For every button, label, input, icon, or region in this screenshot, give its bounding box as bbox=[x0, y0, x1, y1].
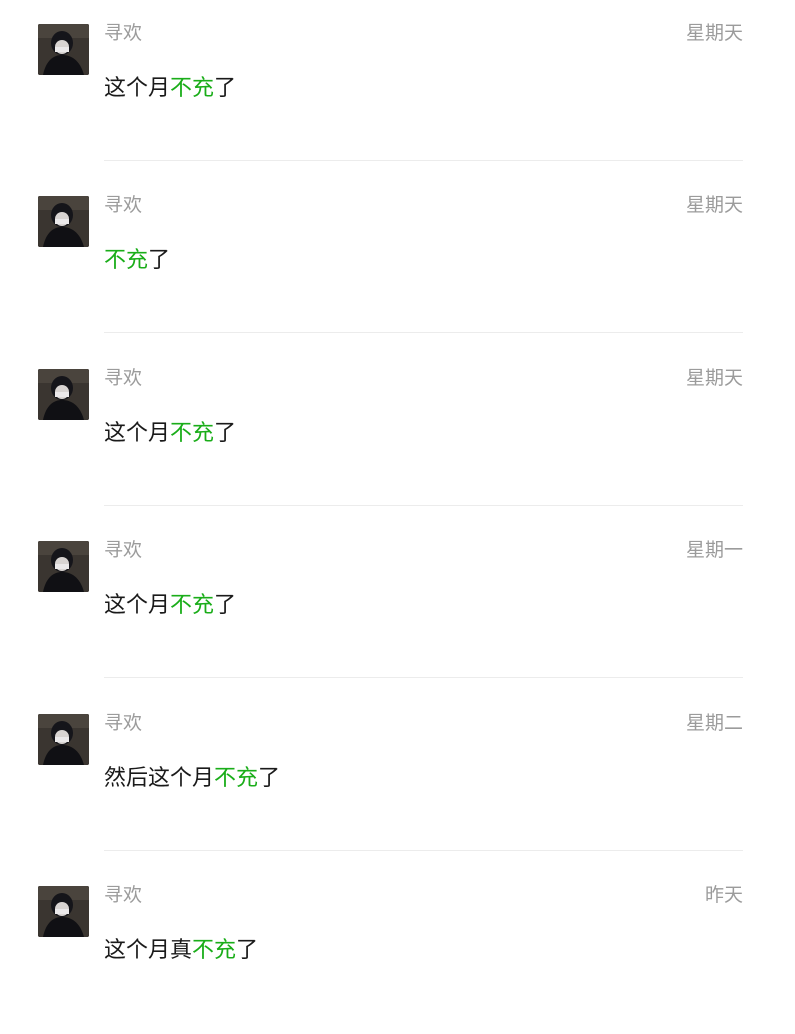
avatar-photo-icon bbox=[38, 541, 89, 592]
message-text: 这个月 bbox=[104, 76, 171, 101]
list-item[interactable]: 寻欢 星期一 这个月不充了 bbox=[0, 517, 795, 689]
avatar[interactable] bbox=[38, 24, 89, 75]
message-time: 星期天 bbox=[685, 194, 743, 216]
list-item[interactable]: 寻欢 星期天 这个月不充了 bbox=[0, 0, 795, 172]
message-text: 这个月真 bbox=[104, 938, 193, 963]
message-text: 了 bbox=[214, 421, 237, 446]
message-preview: 这个月不充了 bbox=[104, 419, 236, 449]
message-highlight: 不充 bbox=[192, 938, 237, 963]
avatar[interactable] bbox=[38, 196, 89, 247]
divider bbox=[104, 505, 743, 506]
avatar-photo-icon bbox=[38, 24, 89, 75]
message-time: 星期一 bbox=[685, 539, 743, 561]
message-highlight: 不充 bbox=[170, 76, 215, 101]
avatar[interactable] bbox=[38, 714, 89, 765]
message-preview: 这个月不充了 bbox=[104, 591, 236, 621]
divider bbox=[104, 160, 743, 161]
sender-name: 寻欢 bbox=[104, 884, 143, 906]
list-item[interactable]: 寻欢 昨天 这个月真不充了 bbox=[0, 862, 795, 1034]
message-highlight: 不充 bbox=[104, 248, 149, 273]
message-text: 了 bbox=[148, 248, 171, 273]
avatar[interactable] bbox=[38, 541, 89, 592]
list-item[interactable]: 寻欢 星期天 这个月不充了 bbox=[0, 345, 795, 517]
message-text: 了 bbox=[214, 76, 237, 101]
list-item[interactable]: 寻欢 星期天 不充了 bbox=[0, 172, 795, 344]
avatar-photo-icon bbox=[38, 714, 89, 765]
sender-name: 寻欢 bbox=[104, 22, 143, 44]
message-text: 了 bbox=[258, 766, 281, 791]
avatar[interactable] bbox=[38, 886, 89, 937]
message-text: 这个月 bbox=[104, 421, 171, 446]
list-item[interactable]: 寻欢 星期二 然后这个月不充了 bbox=[0, 690, 795, 862]
sender-name: 寻欢 bbox=[104, 539, 143, 561]
message-text: 这个月 bbox=[104, 593, 171, 618]
avatar-photo-icon bbox=[38, 886, 89, 937]
message-time: 星期天 bbox=[685, 367, 743, 389]
message-time: 星期天 bbox=[685, 22, 743, 44]
message-text: 然后这个月 bbox=[104, 766, 215, 791]
message-preview: 这个月真不充了 bbox=[104, 936, 258, 966]
sender-name: 寻欢 bbox=[104, 712, 143, 734]
divider bbox=[104, 332, 743, 333]
avatar-photo-icon bbox=[38, 369, 89, 420]
message-text: 了 bbox=[236, 938, 259, 963]
message-preview: 不充了 bbox=[104, 246, 170, 276]
message-highlight: 不充 bbox=[214, 766, 259, 791]
message-time: 星期二 bbox=[685, 712, 743, 734]
message-time: 昨天 bbox=[704, 884, 743, 906]
sender-name: 寻欢 bbox=[104, 367, 143, 389]
avatar-photo-icon bbox=[38, 196, 89, 247]
message-text: 了 bbox=[214, 593, 237, 618]
message-preview: 然后这个月不充了 bbox=[104, 764, 280, 794]
sender-name: 寻欢 bbox=[104, 194, 143, 216]
message-highlight: 不充 bbox=[170, 421, 215, 446]
avatar[interactable] bbox=[38, 369, 89, 420]
message-highlight: 不充 bbox=[170, 593, 215, 618]
divider bbox=[104, 850, 743, 851]
message-preview: 这个月不充了 bbox=[104, 74, 236, 104]
divider bbox=[104, 677, 743, 678]
